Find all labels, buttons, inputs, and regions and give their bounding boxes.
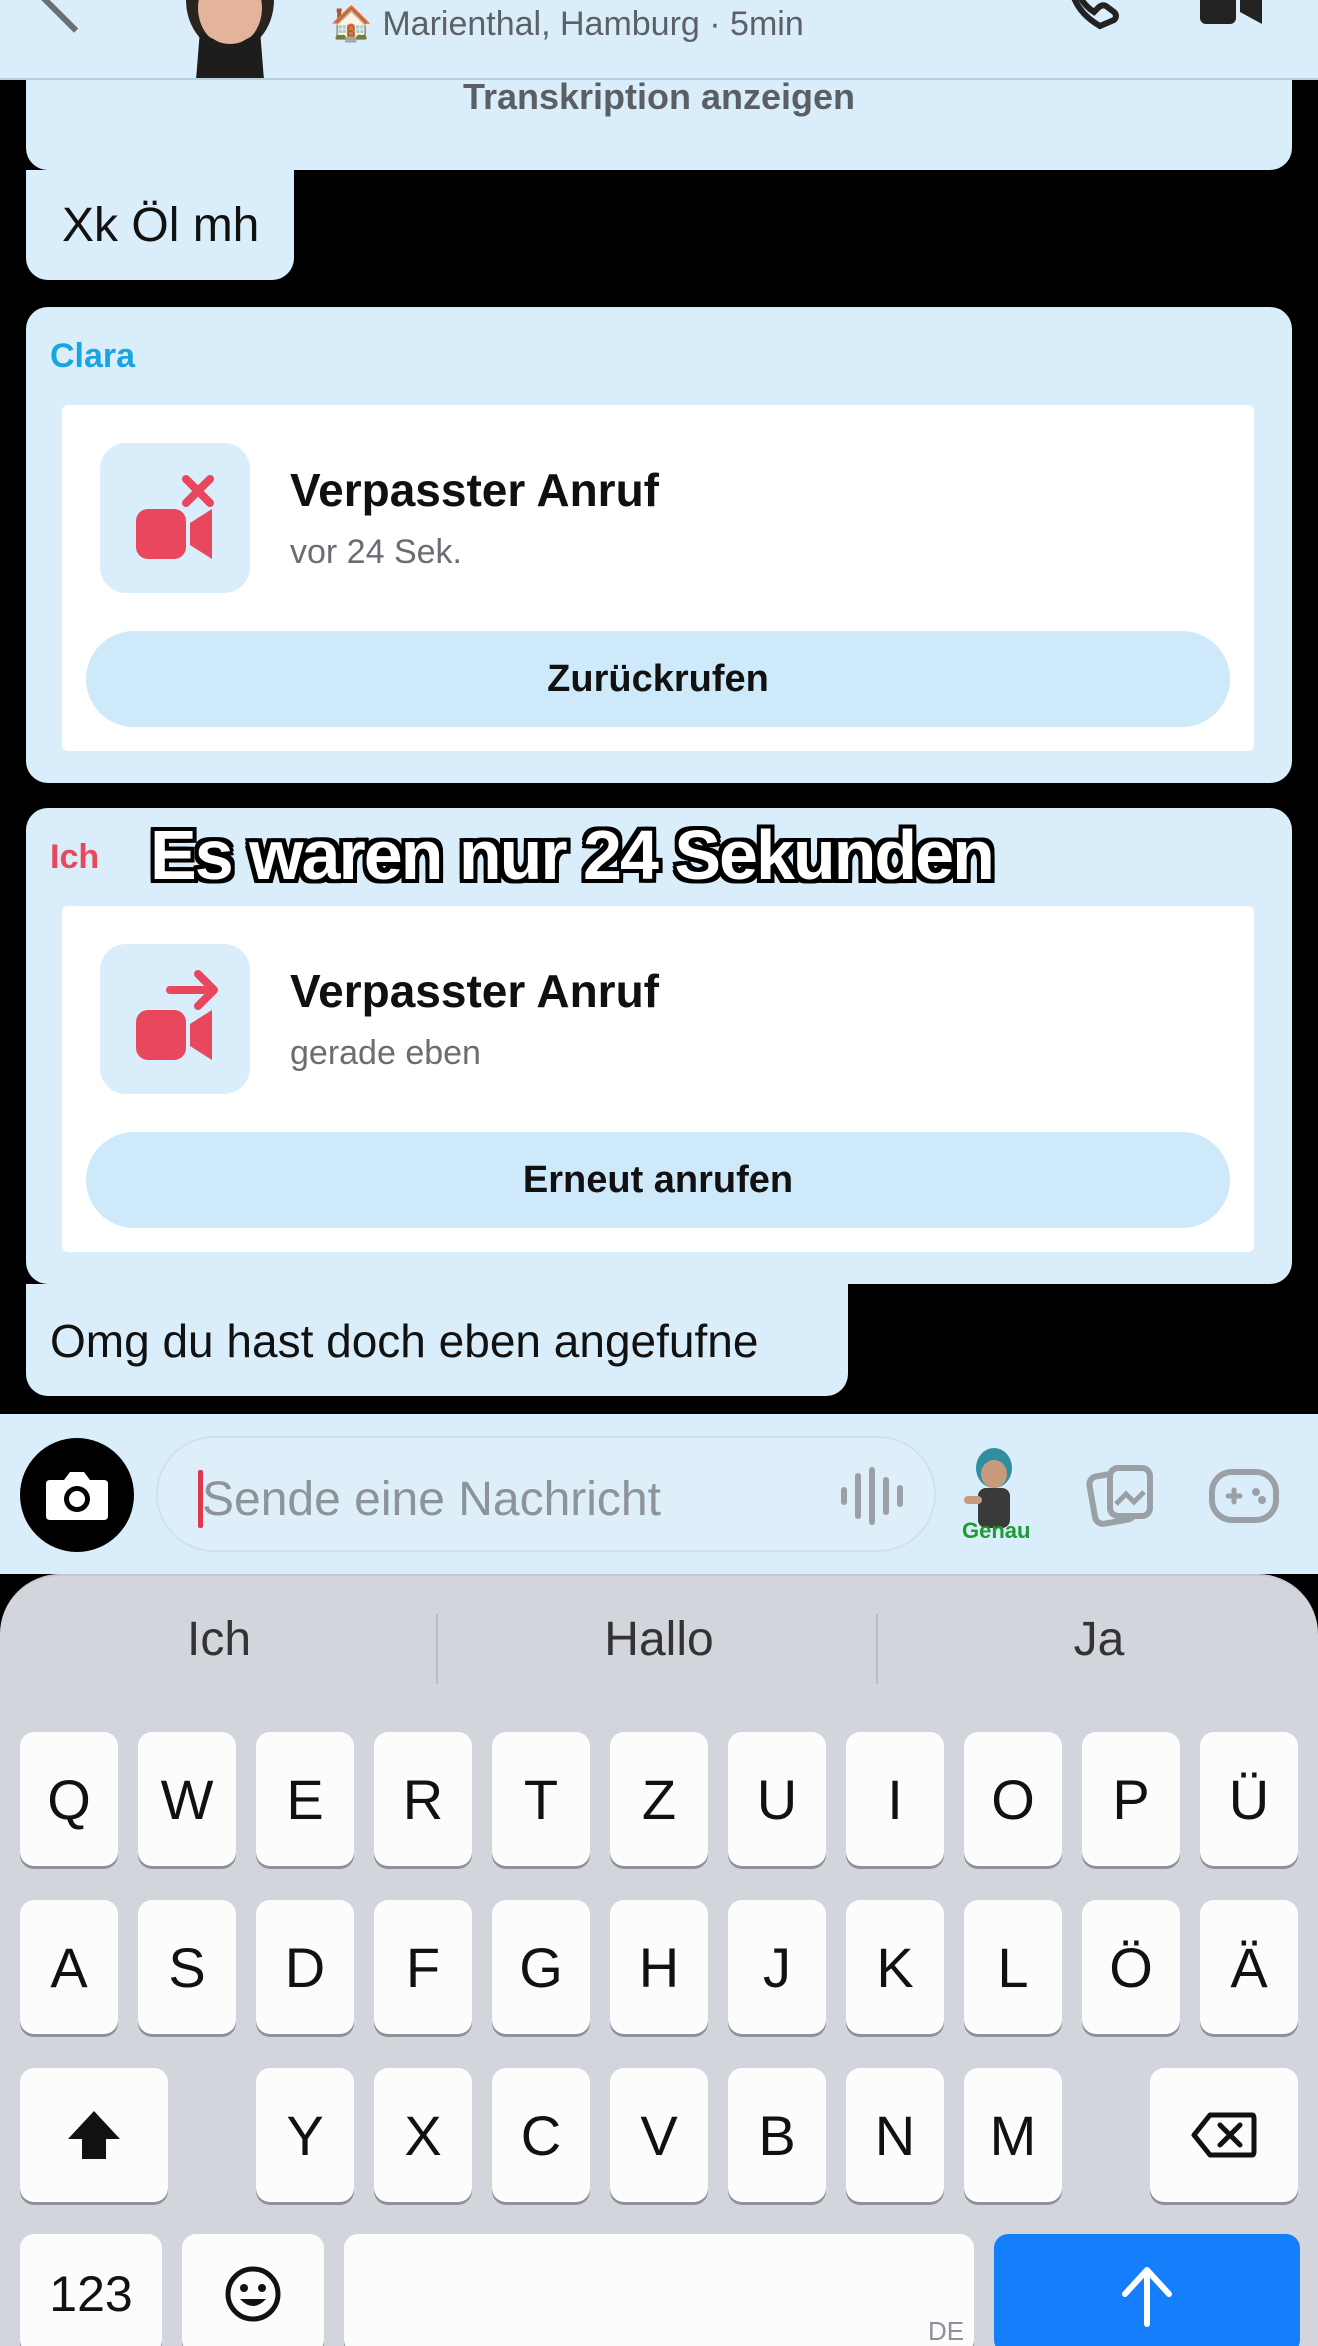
phone-icon[interactable] (1060, 0, 1130, 30)
key-q[interactable]: Q (20, 1732, 118, 1866)
key-ue[interactable]: Ü (1200, 1732, 1298, 1866)
key-a[interactable]: A (20, 1900, 118, 2034)
location-label[interactable]: 🏠 Marienthal, Hamburg · 5min (330, 4, 804, 44)
message-placeholder: Sende eine Nachricht (202, 1473, 661, 1526)
camera-icon (46, 1472, 108, 1520)
key-i[interactable]: I (846, 1732, 944, 1866)
key-r[interactable]: R (374, 1732, 472, 1866)
message-text: Xk Öl mh (62, 199, 260, 252)
call-time: vor 24 Sek. (290, 533, 462, 571)
bitmoji-label: Genau (962, 1518, 1031, 1543)
video-missed-icon (100, 443, 250, 593)
key-g[interactable]: G (492, 1900, 590, 2034)
shift-arrow-icon (68, 2111, 120, 2159)
avatar[interactable] (160, 0, 300, 80)
key-y[interactable]: Y (256, 2068, 354, 2202)
keyboard: Ich Hallo Ja Q W E R T Z U I O P Ü A S D… (0, 1574, 1318, 2346)
emoji-key[interactable] (182, 2234, 324, 2346)
missed-call-block-clara: Clara Verpasster Anruf vor 24 Sek. Zurüc… (26, 307, 1292, 783)
key-s[interactable]: S (138, 1900, 236, 2034)
video-outgoing-icon (100, 944, 250, 1094)
message-bubble[interactable]: Omg du hast doch eben angefufne (26, 1284, 848, 1396)
call-back-button[interactable]: Zurückrufen (86, 631, 1230, 727)
key-f[interactable]: F (374, 1900, 472, 2034)
space-key[interactable] (344, 2234, 974, 2346)
voice-wave-icon[interactable] (838, 1466, 908, 1526)
camera-button[interactable] (20, 1438, 134, 1552)
sticker-gallery-icon[interactable] (1086, 1460, 1156, 1530)
suggestion-3[interactable]: Ja (880, 1612, 1318, 1667)
call-title: Verpasster Anruf (290, 965, 659, 1017)
key-n[interactable]: N (846, 2068, 944, 2202)
key-j[interactable]: J (728, 1900, 826, 2034)
suggestion-1[interactable]: Ich (0, 1612, 438, 1667)
backspace-key[interactable] (1150, 2068, 1298, 2202)
key-c[interactable]: C (492, 2068, 590, 2202)
key-u[interactable]: U (728, 1732, 826, 1866)
key-t[interactable]: T (492, 1732, 590, 1866)
message-bubble[interactable]: Xk Öl mh (26, 170, 294, 280)
suggestion-2[interactable]: Hallo (440, 1612, 878, 1667)
key-e[interactable]: E (256, 1732, 354, 1866)
key-d[interactable]: D (256, 1900, 354, 2034)
composer-bar: Sende eine Nachricht Genau (0, 1414, 1318, 1574)
key-w[interactable]: W (138, 1732, 236, 1866)
key-oe[interactable]: Ö (1082, 1900, 1180, 2034)
call-title: Verpasster Anruf (290, 464, 659, 516)
key-v[interactable]: V (610, 2068, 708, 2202)
location-text: Marienthal, Hamburg · 5min (382, 4, 804, 43)
shift-key[interactable] (20, 2068, 168, 2202)
message-input[interactable]: Sende eine Nachricht (156, 1436, 936, 1552)
voice-note-bubble: Transkription anzeigen (26, 76, 1292, 170)
keyboard-language-label: DE (928, 2316, 965, 2346)
key-b[interactable]: B (728, 2068, 826, 2202)
key-l[interactable]: L (964, 1900, 1062, 2034)
video-call-icon[interactable] (1198, 0, 1268, 30)
games-controller-icon[interactable] (1208, 1466, 1280, 1526)
back-chevron-icon[interactable] (37, 0, 111, 33)
backspace-icon (1191, 2112, 1257, 2158)
key-m[interactable]: M (964, 2068, 1062, 2202)
transcription-link[interactable]: Transkription anzeigen (26, 76, 1292, 118)
key-p[interactable]: P (1082, 1732, 1180, 1866)
suggestion-divider (436, 1614, 438, 1684)
send-key[interactable] (994, 2234, 1300, 2346)
call-card: Verpasster Anruf gerade eben Erneut anru… (62, 906, 1254, 1252)
house-icon: 🏠 (330, 5, 373, 43)
numbers-key[interactable]: 123 (20, 2234, 162, 2346)
send-arrow-icon (1122, 2267, 1172, 2327)
key-h[interactable]: H (610, 1900, 708, 2034)
emoji-icon (225, 2266, 281, 2322)
sender-name: Clara (50, 337, 136, 375)
key-ae[interactable]: Ä (1200, 1900, 1298, 2034)
suggestion-divider (876, 1614, 878, 1684)
key-x[interactable]: X (374, 2068, 472, 2202)
key-k[interactable]: K (846, 1900, 944, 2034)
sender-name: Ich (50, 838, 100, 876)
message-text: Omg du hast doch eben angefufne (50, 1315, 759, 1367)
call-again-button[interactable]: Erneut anrufen (86, 1132, 1230, 1228)
chat-header: 🏠 Marienthal, Hamburg · 5min (0, 0, 1318, 80)
key-o[interactable]: O (964, 1732, 1062, 1866)
call-time: gerade eben (290, 1034, 481, 1072)
call-card: Verpasster Anruf vor 24 Sek. Zurückrufen (62, 405, 1254, 751)
key-z[interactable]: Z (610, 1732, 708, 1866)
overlay-caption: Es waren nur 24 Sekunden (150, 816, 995, 894)
